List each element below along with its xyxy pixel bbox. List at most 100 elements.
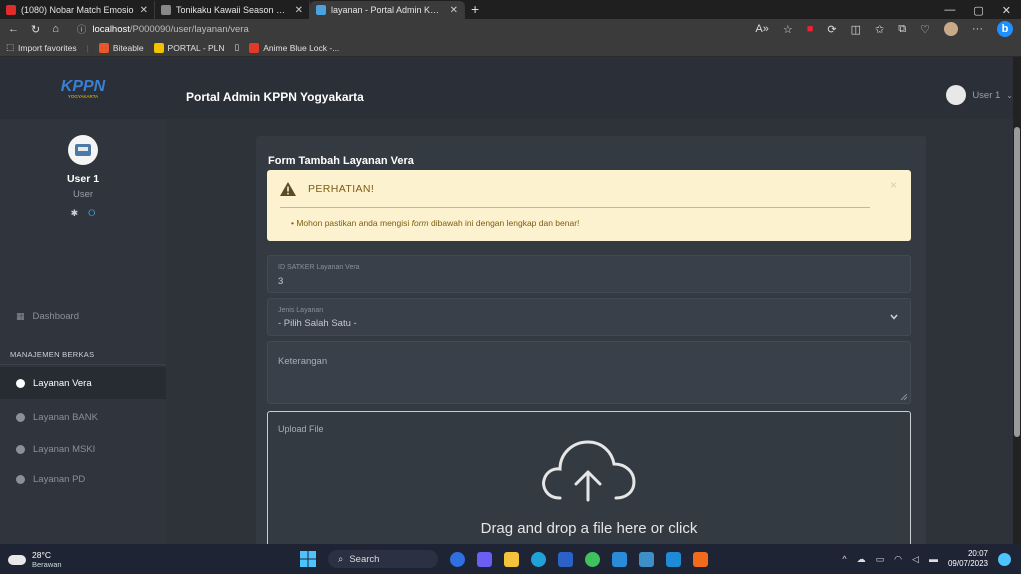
favorites-icon[interactable]: ✩ [875,23,884,36]
page-favicon-icon [161,5,171,15]
circle-icon [16,474,25,484]
gear-icon[interactable]: ✱ [71,208,79,219]
id-satker-field[interactable]: ID SATKER Layanan Vera 3 [267,255,911,293]
youtube-favicon-icon [6,5,16,15]
app-icon[interactable] [639,551,654,567]
read-aloud-icon[interactable]: A» [755,23,768,35]
volume-icon[interactable]: ◁ [912,554,919,565]
biteable-icon [98,42,109,53]
browser-tab-2[interactable]: Tonikaku Kawaii Season 2 Episod ✕ [155,1,310,19]
windows-start-icon[interactable] [300,551,316,567]
window-controls: — ▢ ✕ [944,1,1021,19]
pln-icon [153,42,164,53]
onedrive-icon[interactable]: ☁ [857,554,866,565]
alert-close-button[interactable]: × [890,178,897,192]
kppn-logo-icon: KPPN YOGYAKARTA [61,78,106,99]
upload-hint: Drag and drop a file here or click [480,520,698,537]
refresh-icon[interactable]: ↻ [31,23,40,36]
bing-icon[interactable]: b [997,21,1013,37]
battery-icon[interactable]: ▬ [929,554,938,564]
file-upload-dropzone[interactable]: Upload File Drag and drop a file here or… [267,411,911,544]
logo[interactable]: KPPN YOGYAKARTA [0,57,166,119]
clock[interactable]: 20:07 09/07/2023 [948,549,988,569]
dashboard-grid-icon: ▦ [16,310,25,321]
close-tab-icon[interactable]: ✕ [140,5,148,16]
url-text: localhost/P000090/user/layanan/vera [92,23,249,35]
sidebar-user-name: User 1 [66,173,100,185]
browser-toolbar-icons: A» ☆ ■ ⟳ ◫ ✩ ⧉ ♡ ··· b [755,21,1013,37]
close-tab-icon[interactable]: ✕ [295,5,303,16]
word-icon[interactable] [558,551,573,567]
chevron-up-icon[interactable]: ^ [842,554,846,564]
weather-desc: Berawan [32,560,62,569]
import-favorites-link[interactable]: ⬚ Import favorites [6,42,77,53]
profile-avatar-icon[interactable] [944,22,958,36]
url-field[interactable]: ⓘ localhost/P000090/user/layanan/vera [77,22,249,37]
notification-icon[interactable] [998,552,1011,566]
info-icon[interactable]: ⓘ [77,22,87,36]
biteable-link[interactable]: Biteable [98,42,144,53]
xampp-icon[interactable] [693,551,708,567]
heart-icon[interactable]: ♡ [920,23,930,36]
close-window-icon[interactable]: ✕ [1002,4,1011,17]
kppn-favicon-icon [316,5,326,15]
home-icon[interactable]: ⌂ [52,23,59,35]
warning-triangle-icon [280,182,296,196]
alert-title: PERHATIAN! [308,183,375,195]
sidebar-item-layanan-vera[interactable]: Layanan Vera [0,367,166,399]
app-viewport: KPPN YOGYAKARTA Portal Admin KPPN Yogyak… [0,57,1013,544]
chevron-down-icon: ⌄ [1006,90,1013,100]
split-screen-icon[interactable]: ◫ [851,23,861,36]
user-avatar [946,85,967,105]
resize-handle-icon[interactable] [901,394,907,400]
file-explorer-icon[interactable] [504,551,519,567]
browser-tab-1[interactable]: (1080) Nobar Match Emosio ✕ [0,1,155,19]
cloud-upload-icon [542,440,636,502]
collections-icon[interactable]: ⧉ [898,23,906,36]
jenis-layanan-label: Jenis Layanan [278,307,324,314]
sidebar-item-layanan-mski[interactable]: Layanan MSKI [0,433,166,465]
new-tab-button[interactable]: + [465,1,485,19]
browser-tab-3-active[interactable]: layanan - Portal Admin KPPN Yog ✕ [310,1,465,19]
more-icon[interactable]: ··· [972,23,983,35]
keyboard-icon[interactable]: ▭ [876,554,885,565]
reload-extension-icon[interactable]: ⟳ [827,23,836,36]
whatsapp-icon[interactable] [585,551,600,567]
store-icon[interactable] [612,551,627,567]
edge-icon[interactable] [531,551,546,567]
sidebar-item-layanan-pd[interactable]: Layanan PD [0,463,166,495]
copilot-icon[interactable] [450,551,465,567]
vscode-icon[interactable] [666,551,681,567]
anime-blue-lock-link[interactable]: Anime Blue Lock -... [249,42,339,53]
extension-icon[interactable]: ■ [807,23,814,35]
page-bookmark-link[interactable]: ▯ [235,42,240,53]
sidebar-item-layanan-bank[interactable]: Layanan BANK [0,401,166,433]
scrollbar-thumb[interactable] [1014,127,1020,437]
sidebar: User 1 User ✱ ⭘ ▦ Dashboard MANAJEMEN BE… [0,119,166,544]
weather-widget[interactable]: 28°C Berawan [8,550,62,569]
temperature: 28°C [32,550,51,560]
maximize-icon[interactable]: ▢ [973,4,983,17]
minimize-icon[interactable]: — [944,4,955,16]
svg-text:KPPN: KPPN [61,78,106,95]
user-menu[interactable]: User 1 ⌄ [946,85,1013,105]
page-scrollbar[interactable] [1013,57,1021,544]
chat-icon[interactable] [477,551,492,567]
circle-icon [16,378,25,388]
circle-icon [16,444,25,454]
taskbar-search[interactable]: ⌕ Search [328,550,438,568]
tab-title: layanan - Portal Admin KPPN Yog [331,5,445,15]
close-tab-icon[interactable]: ✕ [450,5,458,16]
upload-label: Upload File [278,424,324,434]
sidebar-item-dashboard[interactable]: ▦ Dashboard [0,300,166,332]
wifi-icon[interactable]: ◠ [894,554,902,565]
tab-title: Tonikaku Kawaii Season 2 Episod [176,5,290,15]
power-icon[interactable]: ⭘ [88,208,95,219]
back-icon[interactable]: ← [8,23,19,35]
circle-icon [16,412,25,422]
portal-pln-link[interactable]: PORTAL - PLN [153,42,225,53]
favorite-star-icon[interactable]: ☆ [783,23,793,36]
keterangan-textarea[interactable]: Keterangan [267,341,911,404]
jenis-layanan-select[interactable]: Jenis Layanan - Pilih Salah Satu - [267,298,911,336]
id-satker-label: ID SATKER Layanan Vera [278,264,360,271]
